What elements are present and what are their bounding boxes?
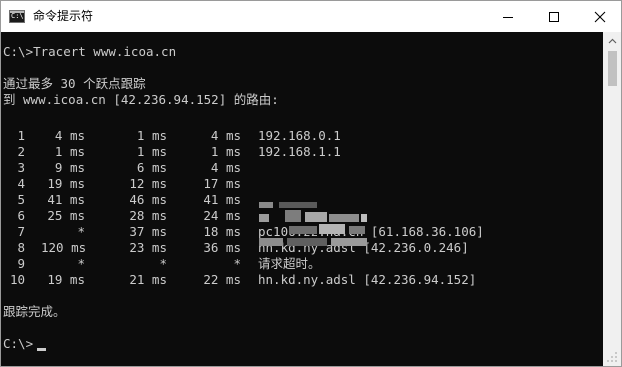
hop-rtt-1: 19 ms (47, 272, 85, 287)
hop-rtt-3: * (233, 256, 241, 271)
hop-rtt-3: 18 ms (203, 224, 241, 239)
chevron-up-icon (608, 38, 616, 43)
hop-row: 10 19 ms 21 ms 22 ms hn.kd.ny.adsl [42.236.9… (1, 272, 601, 288)
hop-rtt-3: 4 ms (210, 160, 241, 175)
hop-rtt-3: 36 ms (203, 240, 241, 255)
hop-rtt-1: 1 ms (54, 144, 85, 159)
hop-number: 5 (17, 192, 25, 207)
scroll-up-button[interactable] (603, 32, 621, 49)
trace-header-route: 到 www.icoa.cn [42.236.94.152] 的路由: (3, 92, 279, 107)
maximize-icon (549, 11, 559, 22)
hop-rtt-1: * (77, 224, 85, 239)
vertical-scrollbar[interactable] (603, 32, 621, 366)
hop-rtt-1: 9 ms (54, 160, 85, 175)
hop-rtt-1: 19 ms (47, 176, 85, 191)
hop-host: 请求超时。 (258, 256, 321, 271)
resize-grip-icon[interactable] (605, 350, 619, 364)
title-bar[interactable]: C:\ 命令提示符 (1, 1, 621, 32)
hop-row: 4 19 ms 12 ms 17 ms (1, 176, 601, 192)
hop-rtt-2: 6 ms (136, 160, 167, 175)
hop-row: 3 9 ms 6 ms 4 ms (1, 160, 601, 176)
hop-rtt-2: 37 ms (129, 224, 167, 239)
hop-rtt-1: 120 ms (41, 240, 87, 255)
hop-host: 192.168.0.1 (258, 128, 341, 143)
hop-rtt-2: * (159, 256, 167, 271)
hop-number: 6 (17, 208, 25, 223)
hop-rtt-1: 25 ms (47, 208, 85, 223)
hop-rtt-3: 1 ms (210, 144, 241, 159)
hop-rtt-2: 28 ms (129, 208, 167, 223)
maximize-button[interactable] (531, 1, 577, 32)
close-button[interactable] (577, 1, 621, 32)
minimize-icon (503, 16, 513, 18)
window-title: 命令提示符 (33, 9, 94, 23)
hop-rtt-3: 17 ms (203, 176, 241, 191)
hop-rtt-2: 23 ms (129, 240, 167, 255)
trace-header-max-hops: 通过最多 30 个跃点跟踪 (3, 76, 146, 91)
hop-rtt-3: 22 ms (203, 272, 241, 287)
console-output[interactable]: C:\>Tracert www.icoa.cn 通过最多 30 个跃点跟踪 到 … (1, 32, 603, 366)
hop-number: 4 (17, 176, 25, 191)
text-cursor (37, 348, 46, 351)
hop-rtt-3: 4 ms (210, 128, 241, 143)
hop-rtt-3: 24 ms (203, 208, 241, 223)
scroll-thumb[interactable] (608, 51, 617, 86)
hop-row: 9 * * * 请求超时。 (1, 256, 601, 272)
hop-rtt-1: 4 ms (54, 128, 85, 143)
hop-number: 10 (9, 272, 25, 287)
hop-row: 2 1 ms 1 ms 1 ms 192.168.1.1 (1, 144, 601, 160)
hop-number: 2 (17, 144, 25, 159)
hop-rtt-2: 1 ms (136, 128, 167, 143)
hop-number: 1 (17, 128, 25, 143)
app-icon-text: C:\ (11, 12, 24, 20)
hop-number: 7 (17, 224, 25, 239)
close-icon (594, 11, 606, 22)
command-line: C:\>Tracert www.icoa.cn (3, 44, 177, 59)
cmd-app-icon[interactable]: C:\ (9, 10, 25, 23)
hop-rtt-2: 1 ms (136, 144, 167, 159)
redacted-hosts (259, 196, 377, 248)
hop-number: 3 (17, 160, 25, 175)
hop-number: 9 (17, 256, 25, 271)
hop-host: hn.kd.ny.adsl [42.236.94.152] (258, 272, 477, 287)
hop-rtt-2: 12 ms (129, 176, 167, 191)
hop-rtt-1: * (77, 256, 85, 271)
hop-number: 8 (17, 240, 25, 255)
hop-rtt-2: 46 ms (129, 192, 167, 207)
hop-rtt-3: 41 ms (203, 192, 241, 207)
minimize-button[interactable] (485, 1, 531, 32)
hop-rtt-2: 21 ms (129, 272, 167, 287)
hop-rtt-1: 41 ms (47, 192, 85, 207)
command-prompt[interactable]: C:\> (3, 336, 33, 352)
trace-complete-message: 跟踪完成。 (3, 304, 66, 319)
hop-host: 192.168.1.1 (258, 144, 341, 159)
hop-row: 1 4 ms 1 ms 4 ms 192.168.0.1 (1, 128, 601, 144)
cmd-window: C:\ 命令提示符 C:\>Tracert www.icoa.cn 通过最多 3… (0, 0, 622, 367)
